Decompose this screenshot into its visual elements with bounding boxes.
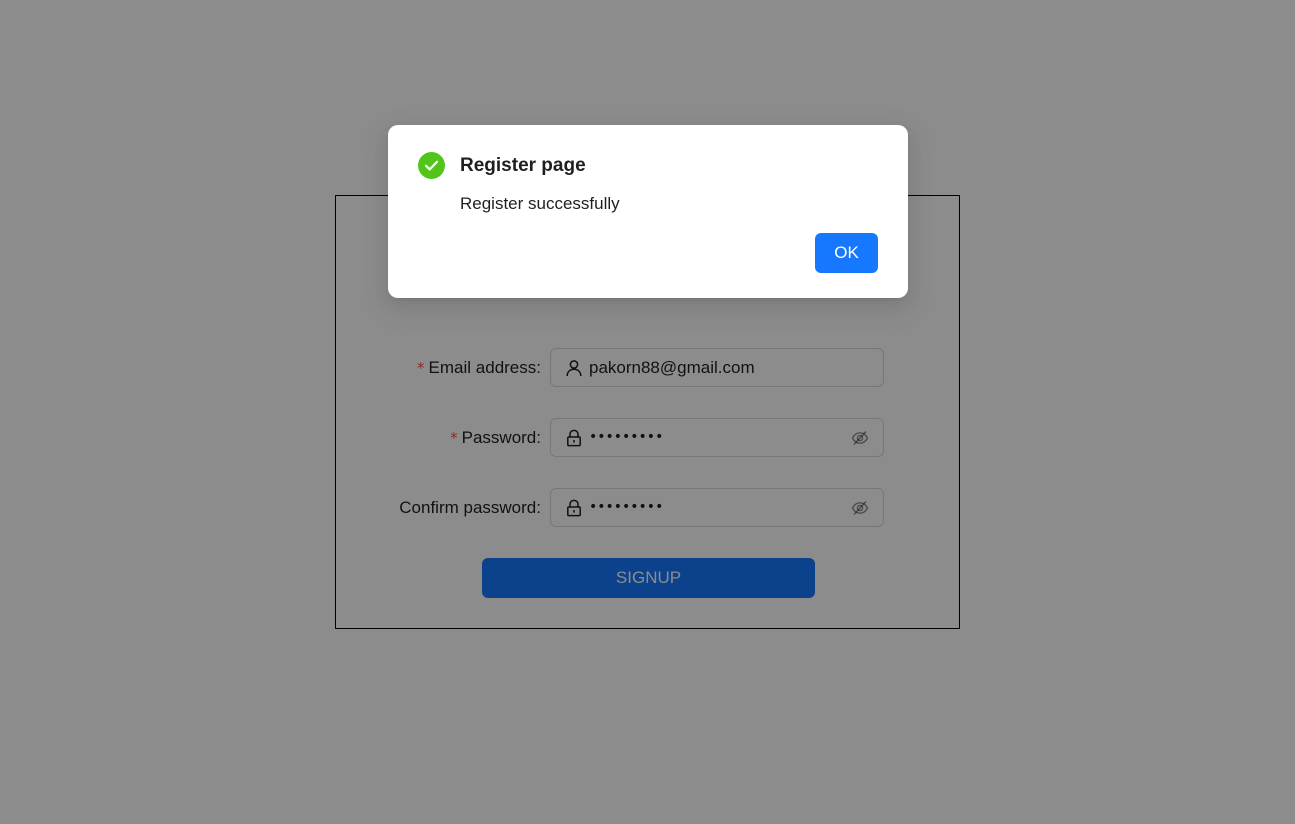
modal-mask[interactable]: [0, 0, 1295, 824]
ok-button[interactable]: OK: [815, 233, 878, 273]
modal-message: Register successfully: [460, 194, 620, 213]
modal-title: Register page: [460, 155, 586, 176]
success-modal: Register page Register successfully OK: [388, 125, 908, 298]
check-circle-icon: [418, 152, 445, 179]
register-page: * Email address: pakorn88@gmail.com * Pass…: [0, 0, 1295, 824]
